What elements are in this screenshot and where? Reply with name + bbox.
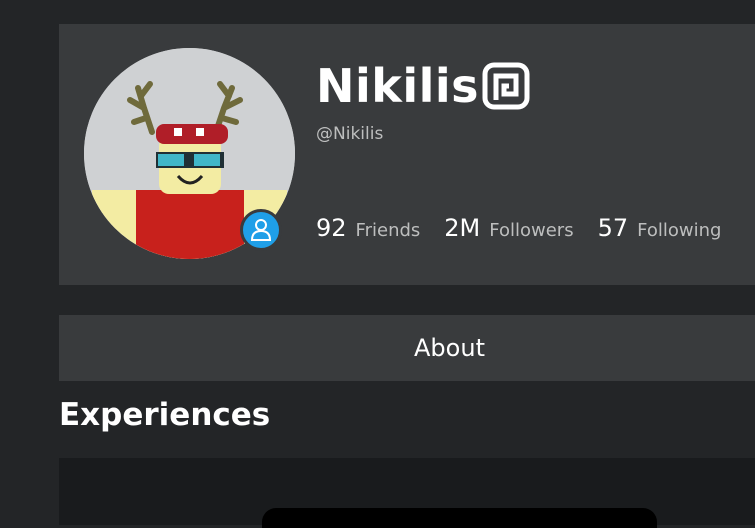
friends-count: 92 (316, 214, 347, 242)
following-stat[interactable]: 57 Following (598, 214, 722, 242)
user-presence-icon (250, 219, 272, 241)
friends-stat[interactable]: 92 Friends (316, 214, 420, 242)
followers-label: Followers (489, 220, 574, 241)
tab-about-label: About (414, 334, 485, 362)
experiences-heading: Experiences (59, 397, 271, 433)
tab-about[interactable]: About (59, 315, 755, 381)
following-label: Following (637, 220, 722, 241)
profile-display-name: Nikilis (316, 59, 480, 113)
followers-count: 2M (444, 214, 481, 242)
followers-stat[interactable]: 2M Followers (444, 214, 573, 242)
profile-username: @Nikilis (316, 124, 384, 144)
experience-thumbnail[interactable] (262, 508, 657, 528)
following-count: 57 (597, 214, 629, 242)
presence-status (240, 209, 282, 251)
friends-label: Friends (355, 220, 421, 241)
profile-stats: 92 Friends 2M Followers 57 Following (316, 214, 745, 242)
premium-icon (482, 62, 530, 110)
